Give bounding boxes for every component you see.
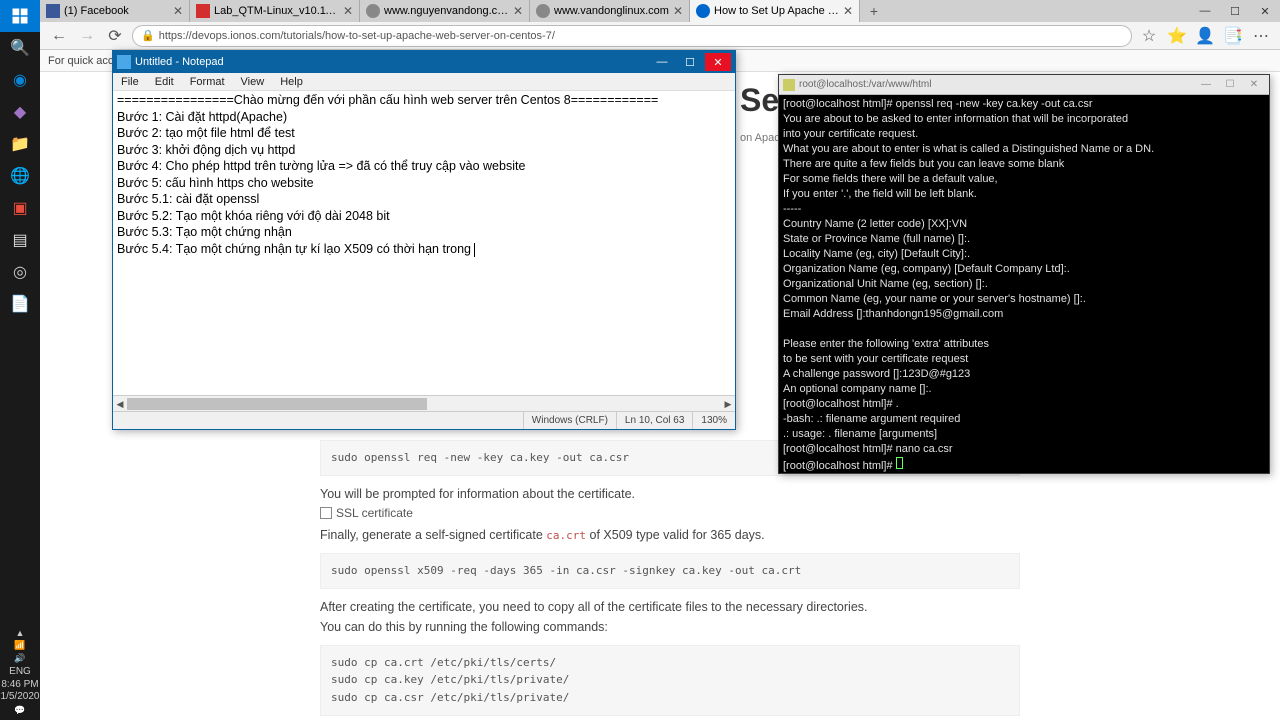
notepad-close-button[interactable]: ✕ xyxy=(705,53,731,71)
tray-arrow-icon[interactable]: ▲ xyxy=(16,628,25,638)
refresh-button[interactable]: ⟳ xyxy=(104,25,126,47)
notepad-titlebar[interactable]: Untitled - Notepad — ☐ ✕ xyxy=(113,51,735,73)
notepad-maximize-button[interactable]: ☐ xyxy=(677,53,703,71)
close-icon[interactable]: ✕ xyxy=(343,4,353,18)
paragraph: After creating the certificate, you need… xyxy=(320,597,1020,617)
browser-close-button[interactable]: ✕ xyxy=(1250,0,1280,22)
status-position: Ln 10, Col 63 xyxy=(616,412,693,429)
code-block: sudo openssl x509 -req -days 365 -in ca.… xyxy=(320,553,1020,589)
wifi-icon[interactable]: 📶 xyxy=(14,640,25,651)
forward-button[interactable]: → xyxy=(76,25,98,47)
terminal-cursor xyxy=(896,457,903,469)
url-input[interactable]: 🔒 https://devops.ionos.com/tutorials/how… xyxy=(132,25,1132,47)
edge-icon[interactable]: ◉ xyxy=(0,64,40,96)
terminal-maximize-button[interactable]: ☐ xyxy=(1219,77,1241,93)
tab-facebook[interactable]: (1) Facebook ✕ xyxy=(40,0,190,22)
sound-icon[interactable]: 🔊 xyxy=(14,653,25,664)
broken-image: SSL certificate xyxy=(320,504,413,523)
visualstudio-icon[interactable]: ◆ xyxy=(0,96,40,128)
lock-icon: 🔒 xyxy=(141,29,155,42)
page-heading: Se xyxy=(740,82,779,119)
obs-icon[interactable]: ◎ xyxy=(0,256,40,288)
terminal-close-button[interactable]: ✕ xyxy=(1243,77,1265,93)
paragraph: You will be prompted for information abo… xyxy=(320,484,1020,504)
paragraph: You can do this by running the following… xyxy=(320,617,1020,637)
notepad-statusbar: Windows (CRLF) Ln 10, Col 63 130% xyxy=(113,411,735,429)
menu-icon[interactable]: ⋯ xyxy=(1250,25,1272,47)
pdf-icon xyxy=(196,4,210,18)
chrome-icon[interactable]: 🌐 xyxy=(0,160,40,192)
menu-edit[interactable]: Edit xyxy=(147,73,182,90)
notepad-icon xyxy=(117,55,131,69)
back-button[interactable]: ← xyxy=(48,25,70,47)
putty-icon[interactable]: ▤ xyxy=(0,224,40,256)
close-icon[interactable]: ✕ xyxy=(673,4,683,18)
browser-minimize-button[interactable]: — xyxy=(1190,0,1220,22)
notepad-menubar: File Edit Format View Help xyxy=(113,73,735,91)
close-icon[interactable]: ✕ xyxy=(173,4,183,18)
code-block: sudo cp ca.crt /etc/pki/tls/certs/ sudo … xyxy=(320,645,1020,716)
terminal-icon xyxy=(783,79,795,91)
menu-view[interactable]: View xyxy=(233,73,273,90)
close-icon[interactable]: ✕ xyxy=(843,4,853,18)
terminal-minimize-button[interactable]: — xyxy=(1195,77,1217,93)
terminal-output[interactable]: [root@localhost html]# openssl req -new … xyxy=(779,95,1269,473)
paragraph: Finally, generate a self-signed certific… xyxy=(320,525,1020,545)
notification-icon[interactable]: 💬 xyxy=(14,705,25,716)
globe-icon xyxy=(366,4,380,18)
status-zoom: 130% xyxy=(692,412,735,429)
tab-apache[interactable]: How to Set Up Apache Web Se ✕ xyxy=(690,0,860,22)
menu-format[interactable]: Format xyxy=(182,73,233,90)
terminal-titlebar[interactable]: root@localhost:/var/www/html — ☐ ✕ xyxy=(779,75,1269,95)
close-icon[interactable]: ✕ xyxy=(513,4,523,18)
scroll-right-icon[interactable]: ▶ xyxy=(721,396,735,412)
notepad-window: Untitled - Notepad — ☐ ✕ File Edit Forma… xyxy=(112,50,736,430)
systray: ▲ 📶 🔊 ENG 8:46 PM 1/5/2020 💬 xyxy=(0,628,40,720)
tab-site2[interactable]: www.vandonglinux.com ✕ xyxy=(530,0,690,22)
favorites-icon[interactable]: ⭐ xyxy=(1166,25,1188,47)
tab-pdf[interactable]: Lab_QTM-Linux_v10.11.18.pdf ✕ xyxy=(190,0,360,22)
globe-icon xyxy=(536,4,550,18)
inline-code: ca.crt xyxy=(546,529,586,542)
star-icon[interactable]: ☆ xyxy=(1138,25,1160,47)
image-icon xyxy=(320,507,332,519)
windows-taskbar: 🔍 ◉ ◆ 📁 🌐 ▣ ▤ ◎ 📄 ▲ 📶 🔊 ENG 8:46 PM 1/5/… xyxy=(0,0,40,720)
explorer-icon[interactable]: 📁 xyxy=(0,128,40,160)
status-eol: Windows (CRLF) xyxy=(523,412,616,429)
notepad-textarea[interactable]: ================Chào mừng đến với phần c… xyxy=(113,91,735,395)
notepad-scrollbar[interactable]: ◀ ▶ xyxy=(113,395,735,411)
profile-icon[interactable]: 👤 xyxy=(1194,25,1216,47)
menu-file[interactable]: File xyxy=(113,73,147,90)
newtab-button[interactable]: + xyxy=(860,0,888,22)
browser-maximize-button[interactable]: ☐ xyxy=(1220,0,1250,22)
scroll-left-icon[interactable]: ◀ xyxy=(113,396,127,412)
tab-site1[interactable]: www.nguyenvandong.com ✕ xyxy=(360,0,530,22)
info-icon xyxy=(696,4,710,18)
search-icon[interactable]: 🔍 xyxy=(0,32,40,64)
address-bar: ← → ⟳ 🔒 https://devops.ionos.com/tutoria… xyxy=(40,22,1280,50)
app-icon[interactable]: ▣ xyxy=(0,192,40,224)
notepad-minimize-button[interactable]: — xyxy=(649,53,675,71)
lang-indicator[interactable]: ENG xyxy=(9,666,31,677)
notepad-taskicon[interactable]: 📄 xyxy=(0,288,40,320)
terminal-window: root@localhost:/var/www/html — ☐ ✕ [root… xyxy=(778,74,1270,474)
menu-help[interactable]: Help xyxy=(272,73,311,90)
tabstrip: (1) Facebook ✕ Lab_QTM-Linux_v10.11.18.p… xyxy=(40,0,1280,22)
clock[interactable]: 8:46 PM 1/5/2020 xyxy=(1,679,40,703)
text-cursor xyxy=(474,243,475,257)
start-button[interactable] xyxy=(0,0,40,32)
scroll-thumb[interactable] xyxy=(127,398,427,410)
collections-icon[interactable]: 📑 xyxy=(1222,25,1244,47)
facebook-icon xyxy=(46,4,60,18)
